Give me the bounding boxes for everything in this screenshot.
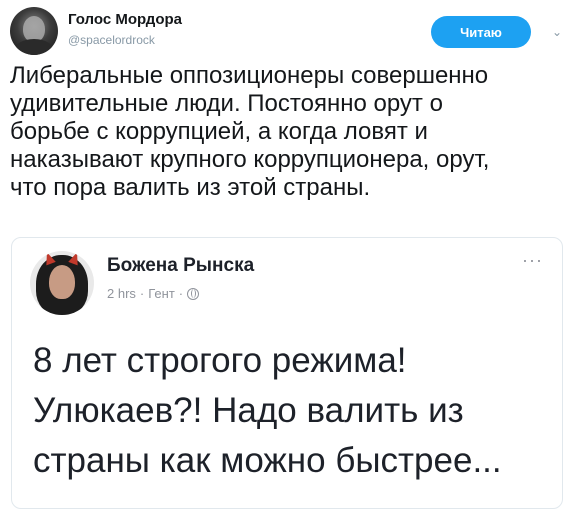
follow-button[interactable]: Читаю bbox=[431, 16, 531, 48]
meta-separator: · bbox=[139, 286, 145, 301]
meta-separator: · bbox=[178, 286, 184, 301]
quoted-post-meta: 2 hrs · Гент · bbox=[107, 286, 200, 301]
author-avatar[interactable] bbox=[10, 7, 58, 55]
more-dots-icon[interactable]: ··· bbox=[522, 250, 543, 271]
post-location[interactable]: Гент bbox=[148, 286, 175, 301]
post-time[interactable]: 2 hrs bbox=[107, 286, 136, 301]
tweet-header: Голос Мордора @spacelordrock Читаю ⌄ bbox=[10, 7, 565, 57]
quoted-post-card[interactable]: Божена Рынска 2 hrs · Гент · ··· 8 лет с… bbox=[11, 237, 563, 509]
quoted-author-avatar[interactable] bbox=[30, 251, 94, 315]
quoted-post-text: 8 лет строгого режима! Улюкаев?! Надо ва… bbox=[33, 341, 502, 480]
avatar-face bbox=[49, 265, 75, 299]
globe-icon bbox=[187, 287, 200, 300]
quoted-author-name[interactable]: Божена Рынска bbox=[107, 255, 254, 277]
chevron-down-icon[interactable]: ⌄ bbox=[550, 25, 564, 39]
tweet-text: Либеральные оппозиционеры совершенно уди… bbox=[10, 62, 490, 201]
avatar-body bbox=[14, 39, 54, 55]
author-handle[interactable]: @spacelordrock bbox=[68, 33, 155, 47]
author-name[interactable]: Голос Мордора bbox=[68, 11, 182, 28]
